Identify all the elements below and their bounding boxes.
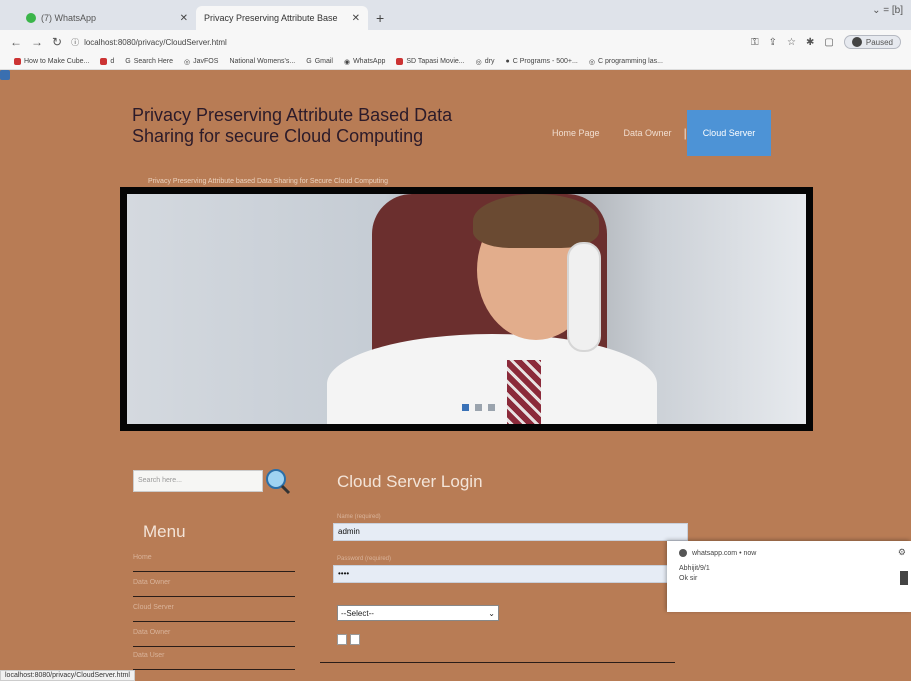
tab-title: Privacy Preserving Attribute Base: [204, 13, 338, 23]
avatar: [851, 37, 862, 47]
profile-label: Paused: [865, 37, 893, 47]
notification-menu-icon[interactable]: [900, 571, 908, 585]
nav-data-owner[interactable]: Data Owner: [612, 110, 684, 156]
status-bar: localhost:8080/privacy/CloudServer.html: [0, 670, 135, 681]
globe-icon: ◎: [588, 58, 595, 66]
bookmark-item[interactable]: ◉ WhatsApp: [344, 58, 385, 66]
url-field[interactable]: ⓘ localhost:8080/privacy/CloudServer.htm…: [71, 37, 742, 48]
whatsapp-icon: [26, 13, 36, 23]
reset-button[interactable]: [350, 634, 360, 645]
tab-whatsapp[interactable]: (7) WhatsApp ✕: [18, 6, 196, 30]
notification-toast[interactable]: whatsapp.com • now Abhijit/9/1 Ok sir ⚙: [667, 541, 911, 612]
share-icon[interactable]: ⇪: [769, 37, 777, 48]
bookmark-star-icon[interactable]: ☆: [787, 37, 796, 48]
tie-shape: [507, 360, 541, 424]
bookmark-item[interactable]: ◎ C programming las...: [589, 58, 663, 66]
site-title: Privacy Preserving Attribute Based Data …: [132, 105, 453, 146]
bookmark-item[interactable]: National Womens's...: [229, 58, 295, 65]
main-nav: Home Page Data Owner | Cloud Server: [540, 110, 772, 156]
nav-home-page[interactable]: Home Page: [540, 110, 612, 156]
password-label: Password (required): [337, 556, 392, 562]
slider-dot[interactable]: [475, 404, 482, 411]
close-tab-icon[interactable]: ✕: [180, 13, 188, 24]
orange-dot-icon: ●: [505, 58, 510, 65]
menu-item[interactable]: Data User: [133, 646, 295, 670]
profile-button[interactable]: Paused: [843, 35, 901, 49]
phone-shape: [567, 242, 601, 352]
menu-item[interactable]: Home: [133, 548, 295, 572]
bookmark-item[interactable]: ◎ dry: [476, 58, 495, 66]
hair-shape: [473, 194, 599, 248]
youtube-icon: [100, 58, 108, 65]
bookmark-item[interactable]: ● C Programs - 500+...: [505, 58, 577, 65]
google-icon: G: [306, 58, 312, 65]
chrome-icon: [679, 549, 687, 557]
close-tab-icon[interactable]: ✕: [352, 13, 360, 24]
info-icon: ⓘ: [71, 37, 80, 47]
globe-icon: ◎: [184, 58, 191, 66]
bookmark-item[interactable]: SD Tapasi Movie...: [396, 58, 465, 65]
submit-button[interactable]: [337, 634, 347, 645]
globe-icon: ◎: [475, 58, 482, 66]
reload-icon[interactable]: ↻: [52, 35, 62, 49]
menu-item[interactable]: Data Owner: [133, 573, 295, 597]
chevron-down-icon: ⌄: [488, 608, 495, 618]
select-value: --Select--: [341, 608, 374, 618]
back-arrow-icon[interactable]: ←: [10, 35, 22, 49]
bookmarks-bar: How to Make Cube... d G Search Here ◎ JavF…: [0, 54, 911, 70]
slider-dot[interactable]: [488, 404, 495, 411]
forward-arrow-icon[interactable]: →: [31, 35, 43, 49]
nav-cloud-server[interactable]: Cloud Server: [686, 110, 772, 156]
new-tab-button[interactable]: +: [376, 10, 384, 26]
extensions-icon[interactable]: ✱: [806, 37, 814, 48]
tab-title: (7) WhatsApp: [41, 13, 97, 23]
browser-tab-bar: (7) WhatsApp ✕ Privacy Preserving Attrib…: [0, 0, 911, 80]
menu-item[interactable]: Data Owner: [133, 623, 295, 647]
menu-item[interactable]: Cloud Server: [133, 598, 295, 622]
address-bar: ← → ↻ ⓘ localhost:8080/privacy/CloudServ…: [0, 30, 911, 54]
youtube-icon: [14, 58, 21, 65]
search-input[interactable]: Search here...: [133, 470, 263, 492]
username-label: Name (required): [337, 514, 381, 520]
notification-line1: Abhijit/9/1: [679, 565, 710, 572]
key-icon[interactable]: ⚿: [751, 37, 759, 48]
password-field[interactable]: ••••: [333, 565, 688, 583]
bookmark-item[interactable]: d: [100, 58, 114, 65]
banner-slider: [120, 187, 813, 431]
notification-source: whatsapp.com • now: [692, 549, 757, 557]
close-icon[interactable]: ⚙: [898, 547, 906, 558]
window-controls[interactable]: ⌄ = [b]: [872, 5, 903, 16]
google-icon: G: [125, 58, 131, 65]
action-buttons: [337, 634, 360, 645]
banner-image: [127, 194, 806, 424]
youtube-icon: [396, 58, 404, 65]
username-field[interactable]: admin: [333, 523, 688, 541]
bookmark-item[interactable]: How to Make Cube...: [14, 58, 89, 65]
bookmark-item[interactable]: G Search Here: [125, 58, 173, 65]
url-text: localhost:8080/privacy/CloudServer.html: [84, 37, 227, 47]
role-select[interactable]: --Select-- ⌄: [337, 605, 499, 621]
bookmark-item[interactable]: ◎ JavFOS: [184, 58, 218, 66]
bookmark-item[interactable]: G Gmail: [306, 58, 333, 65]
login-title: Cloud Server Login: [337, 472, 483, 491]
search-button[interactable]: [262, 467, 292, 495]
whatsapp-icon: ◉: [343, 58, 351, 66]
notification-line2: Ok sir: [679, 575, 698, 582]
site-subtitle: Privacy Preserving Attribute based Data …: [148, 178, 389, 185]
search-icon: [266, 469, 291, 495]
tab-privacy[interactable]: Privacy Preserving Attribute Base ✕: [0, 6, 368, 80]
menu-title: Menu: [143, 522, 186, 541]
sidepanel-icon[interactable]: ▢: [824, 37, 833, 48]
divider: [320, 662, 675, 663]
slider-dots: [462, 404, 495, 411]
slider-dot[interactable]: [462, 404, 469, 411]
